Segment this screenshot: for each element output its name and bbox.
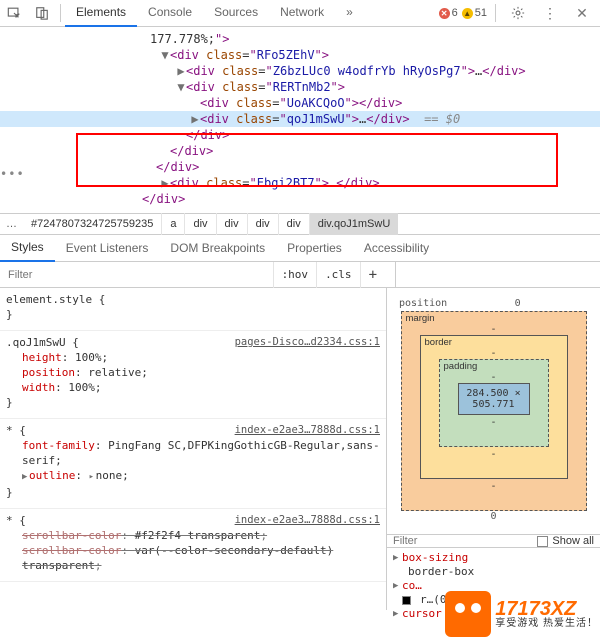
expand-toggle[interactable]: ▶ xyxy=(22,470,29,485)
crumb[interactable]: div xyxy=(247,213,278,235)
dom-line[interactable]: ▶<div class="Ebgi2BT7">…</div> xyxy=(0,175,600,191)
show-all-label: Show all xyxy=(552,535,594,547)
crumb[interactable]: div xyxy=(278,213,309,235)
styles-filter-row: :hov .cls + xyxy=(0,262,600,288)
stab-accessibility[interactable]: Accessibility xyxy=(353,236,440,261)
styles-pane[interactable]: element.style { } pages-Disco…d2334.css:… xyxy=(0,288,386,610)
tab-sources[interactable]: Sources xyxy=(203,0,269,27)
source-link[interactable]: pages-Disco…d2334.css:1 xyxy=(235,335,380,350)
dom-line[interactable]: <div class="UoAKCQoO"></div> xyxy=(0,95,600,111)
device-toolbar-icon[interactable] xyxy=(28,0,56,27)
dom-tree-container: ••• 177.778%;"> ▼<div class="RFo5ZEhV"> … xyxy=(0,27,600,213)
stab-dom-breakpoints[interactable]: DOM Breakpoints xyxy=(159,236,276,261)
box-border[interactable]: border - padding - 284.500 × 505.771 - - xyxy=(420,335,568,479)
box-content[interactable]: 284.500 × 505.771 xyxy=(458,383,530,415)
settings-icon[interactable] xyxy=(504,0,532,27)
styles-filter-input[interactable] xyxy=(0,269,273,281)
source-link[interactable]: index-e2ae3…7888d.css:1 xyxy=(235,513,380,528)
error-icon: ✕ xyxy=(439,8,450,19)
dom-line[interactable]: </div> xyxy=(0,191,600,207)
breadcrumb: … #7247807324725759235 a div div div div… xyxy=(0,213,600,235)
cls-toggle[interactable]: .cls xyxy=(316,262,360,288)
devtools-topbar: Elements Console Sources Network » ✕ 6 ▲… xyxy=(0,0,600,27)
error-count[interactable]: ✕ 6 xyxy=(439,7,458,19)
stab-styles[interactable]: Styles xyxy=(0,235,55,262)
dom-line[interactable]: ▼<div class="RERTnMb2"> xyxy=(0,79,600,95)
dom-tree[interactable]: 177.778%;"> ▼<div class="RFo5ZEhV"> ▶<di… xyxy=(0,27,600,213)
source-link[interactable]: index-e2ae3…7888d.css:1 xyxy=(235,423,380,438)
styles-tabs: Styles Event Listeners DOM Breakpoints P… xyxy=(0,235,600,262)
more-menu-icon[interactable]: ⋮ xyxy=(536,0,564,27)
crumb[interactable]: div xyxy=(184,213,215,235)
crumb-id[interactable]: #7247807324725759235 xyxy=(23,213,161,235)
tab-network[interactable]: Network xyxy=(269,0,335,27)
warning-count[interactable]: ▲ 51 xyxy=(462,7,487,19)
style-rule[interactable]: index-e2ae3…7888d.css:1 * { font-family:… xyxy=(0,419,386,509)
divider xyxy=(495,4,496,22)
computed-list[interactable]: ▶box-sizing border-box ▶co… r…(0, 0) ▶cu… xyxy=(387,548,600,624)
dom-line[interactable]: ▶<div class="Z6bzLUc0 w4odfrYb hRyOsPg7"… xyxy=(0,63,600,79)
style-rule[interactable]: index-e2ae3…7888d.css:1 * { scrollbar-co… xyxy=(0,509,386,582)
warning-icon: ▲ xyxy=(462,8,473,19)
expand-toggle[interactable]: ▶ xyxy=(393,607,402,621)
expand-toggle[interactable]: ▶ xyxy=(176,63,186,79)
computed-filter-row: Show all xyxy=(387,534,600,548)
box-margin[interactable]: margin - border - padding - 284.500 × 50… xyxy=(401,311,587,511)
expand-toggle[interactable]: ▼ xyxy=(160,47,170,63)
tab-elements[interactable]: Elements xyxy=(65,0,137,27)
lower-split: element.style { } pages-Disco…d2334.css:… xyxy=(0,288,600,610)
style-rule[interactable]: element.style { } xyxy=(0,288,386,331)
pane-divider xyxy=(395,262,396,287)
hov-toggle[interactable]: :hov xyxy=(273,262,317,288)
panel-tabs: Elements Console Sources Network » xyxy=(65,0,364,27)
show-all-checkbox[interactable] xyxy=(537,536,548,547)
inspect-icon[interactable] xyxy=(0,0,28,27)
dom-line[interactable]: </div> xyxy=(0,159,600,175)
tab-console[interactable]: Console xyxy=(137,0,203,27)
computed-filter-input[interactable] xyxy=(393,535,537,547)
new-rule-button[interactable]: + xyxy=(360,262,385,288)
dom-line-selected[interactable]: ▶<div class="qoJ1mSwU">…</div> == $0 xyxy=(0,111,600,127)
divider xyxy=(60,4,61,22)
color-swatch[interactable] xyxy=(402,596,411,605)
stab-properties[interactable]: Properties xyxy=(276,236,353,261)
expand-toggle[interactable]: ▶ xyxy=(160,175,170,191)
computed-pane[interactable]: position0 margin - border - padding - 28… xyxy=(386,288,600,610)
tab-more[interactable]: » xyxy=(335,0,364,27)
stab-event-listeners[interactable]: Event Listeners xyxy=(55,236,160,261)
dom-line[interactable]: </div> xyxy=(0,127,600,143)
dom-line[interactable]: ▼<div class="RFo5ZEhV"> xyxy=(0,47,600,63)
expand-toggle[interactable]: ▶ xyxy=(190,111,200,127)
style-rule[interactable]: pages-Disco…d2334.css:1 .qoJ1mSwU { heig… xyxy=(0,331,386,419)
dom-line[interactable]: </div> xyxy=(0,143,600,159)
expand-toggle[interactable]: ▶ xyxy=(393,551,402,565)
close-icon[interactable]: ✕ xyxy=(568,0,596,27)
crumb[interactable]: a xyxy=(161,213,184,235)
expand-toggle[interactable]: ▼ xyxy=(176,79,186,95)
breadcrumb-overflow[interactable]: … xyxy=(0,218,23,230)
crumb-selected[interactable]: div.qoJ1mSwU xyxy=(309,213,399,235)
box-padding[interactable]: padding - 284.500 × 505.771 - xyxy=(439,359,549,447)
expand-toggle[interactable]: ▶ xyxy=(393,579,402,593)
crumb[interactable]: div xyxy=(216,213,247,235)
dom-line[interactable]: 177.778%;"> xyxy=(0,31,600,47)
box-model: position0 margin - border - padding - 28… xyxy=(387,288,600,528)
